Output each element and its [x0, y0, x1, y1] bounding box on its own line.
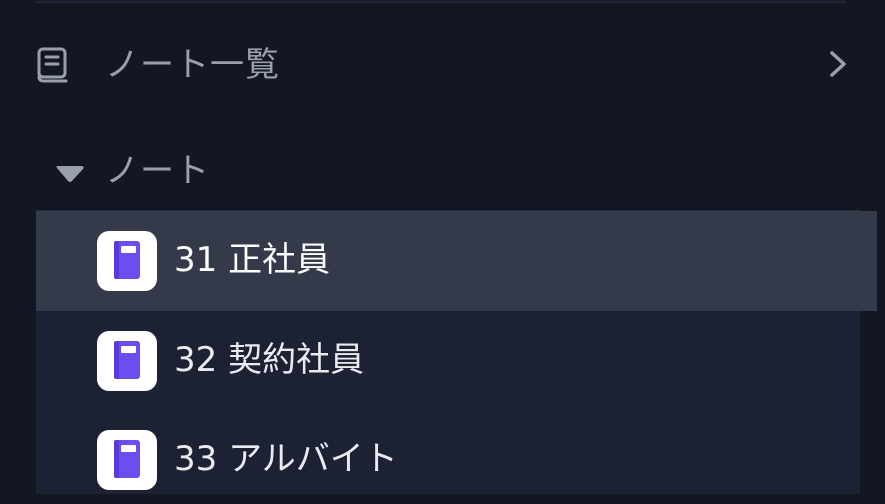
notes-section-toggle[interactable]: ノート: [0, 145, 600, 199]
chevron-right-icon: [825, 48, 851, 80]
nav-notes-list[interactable]: ノート一覧: [0, 30, 885, 100]
notes-list: 31 正社員 32 契約社員 33 アルバイト: [36, 210, 877, 494]
note-item-32[interactable]: 32 契約社員: [36, 311, 860, 411]
notebook-icon: [97, 331, 157, 391]
nav-notes-list-label: ノート一覧: [105, 45, 280, 85]
note-item-31[interactable]: 31 正社員: [36, 211, 877, 311]
sidebar: ノート一覧 ノート 31 正社員 32 契約社員 33 アルバイト: [0, 0, 885, 504]
note-item-label: 31 正社員: [174, 240, 331, 280]
top-divider: [36, 0, 846, 3]
note-item-label: 32 契約社員: [174, 340, 365, 380]
note-item-label: 33 アルバイト: [174, 439, 398, 479]
notes-section-label: ノート: [105, 151, 210, 191]
notebook-icon: [97, 231, 157, 291]
notebook-outline-icon: [35, 46, 71, 84]
caret-down-icon: [54, 165, 86, 185]
note-item-33[interactable]: 33 アルバイト: [36, 410, 860, 504]
notebook-icon: [97, 430, 157, 490]
